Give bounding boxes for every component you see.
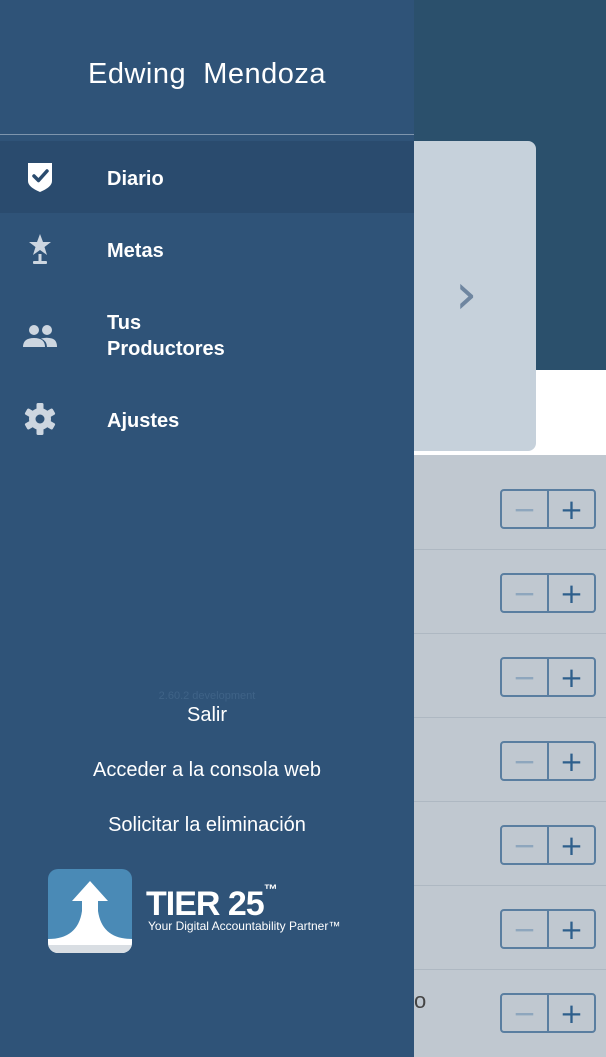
nav-label: Metas [107,240,164,262]
minus-button[interactable]: − [502,743,549,779]
quantity-stepper[interactable]: − + [500,573,596,613]
minus-button[interactable]: − [502,659,549,695]
plus-button[interactable]: + [549,995,594,1031]
trophy-star-icon [22,231,58,267]
minus-button[interactable]: − [502,995,549,1031]
nav-label: Ajustes [107,410,180,432]
list-item-text-fragment: o [414,988,427,1013]
logo-name: TIER 25 [146,885,265,923]
checkmark-shield-icon [22,159,58,195]
people-icon [22,318,58,354]
quantity-stepper[interactable]: − + [500,657,596,697]
minus-button[interactable]: − [502,827,549,863]
drawer-header: Edwing Mendoza [0,0,414,135]
list-item: − + [414,969,606,1053]
navigation-drawer: Edwing Mendoza Diario Metas Tus Producto… [0,0,414,1057]
plus-button[interactable]: + [549,491,594,527]
list-item: − + [414,549,606,634]
list-item: − + [414,801,606,886]
quantity-stepper[interactable]: − + [500,489,596,529]
logo-tagline: Your Digital Accountability Partner™ [148,919,341,933]
nav-label: Diario [107,168,164,190]
plus-button[interactable]: + [549,575,594,611]
quantity-stepper[interactable]: − + [500,909,596,949]
list-item: − + [414,465,606,550]
list-item: − + [414,633,606,718]
user-name: Edwing Mendoza [87,57,327,90]
minus-button[interactable]: − [502,911,549,947]
gear-icon [22,401,58,437]
nav-item-ajustes[interactable]: Ajustes [0,386,414,456]
minus-button[interactable]: − [502,575,549,611]
quantity-stepper[interactable]: − + [500,825,596,865]
plus-button[interactable]: + [549,911,594,947]
logo-trademark: ™ [263,881,278,897]
minus-button[interactable]: − [502,491,549,527]
web-console-link[interactable]: Acceder a la consola web [0,759,414,782]
plus-button[interactable]: + [549,743,594,779]
nav-item-diario[interactable]: Diario [0,141,414,213]
nav-item-tus-productores[interactable]: Tus Productores [0,300,414,372]
plus-button[interactable]: + [549,827,594,863]
request-deletion-link[interactable]: Solicitar la eliminación [0,814,414,837]
chevron-right-icon: › [455,262,478,327]
nav-item-metas[interactable]: Metas [0,216,414,286]
nav-label: Tus Productores [107,312,225,360]
list-item: − + [414,717,606,802]
quantity-stepper[interactable]: − + [500,993,596,1033]
tier25-logo: TIER 25™ Your Digital Accountability Par… [48,869,378,959]
quantity-stepper[interactable]: − + [500,741,596,781]
version-label: 2.60.2 development [158,690,256,702]
logo-arrow-icon [48,869,132,953]
logout-link[interactable]: Salir [0,704,414,727]
plus-button[interactable]: + [549,659,594,695]
list-item: − + [414,885,606,970]
